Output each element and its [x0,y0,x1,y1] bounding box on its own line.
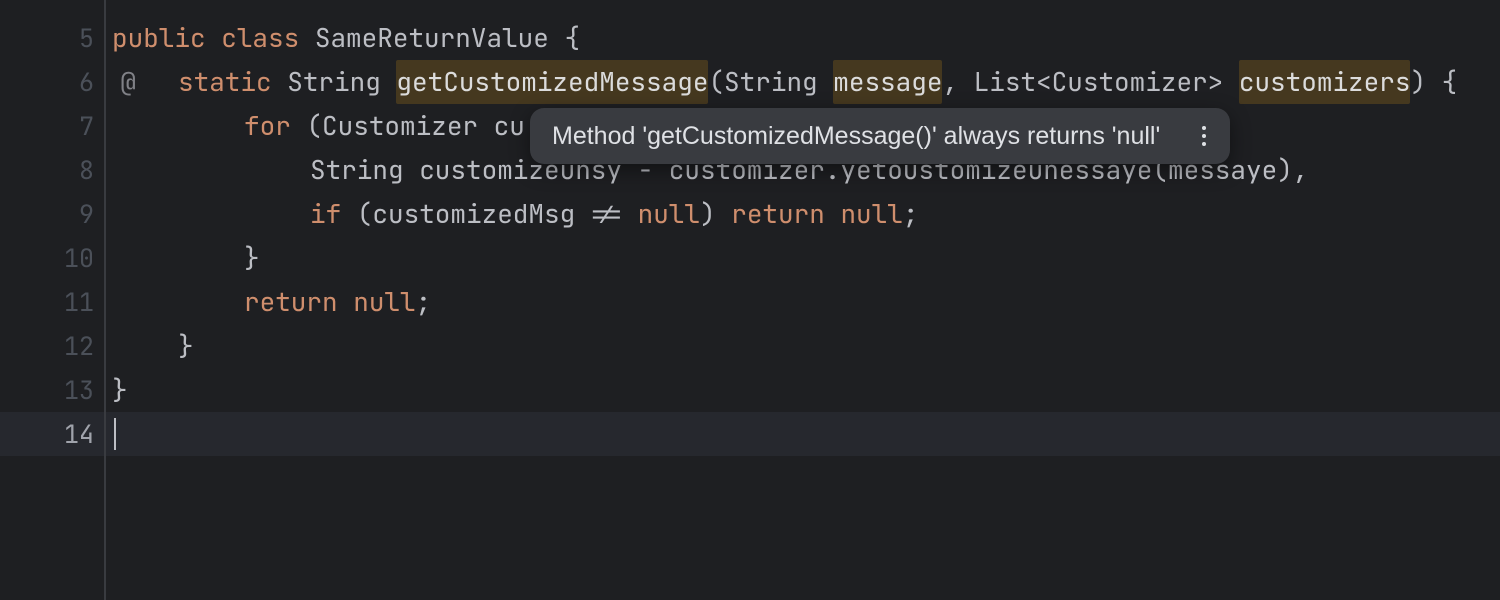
token: (customizedMsg != [341,192,637,236]
token: customizers [1239,60,1411,104]
token: (Customizer cu [291,104,525,148]
token: null [353,280,415,324]
code-line[interactable]: static String getCustomizedMessage(Strin… [112,60,1500,104]
line-number: 9 [79,192,94,236]
gutter-row: 10 [0,236,104,280]
line-number: 6 [79,60,94,104]
token: , List<Customizer> [942,60,1238,104]
token: message [833,60,942,104]
token [206,16,222,60]
token: return [244,280,338,324]
code-line[interactable]: } [112,368,1500,412]
code-line[interactable]: public class SameReturnValue { [112,16,1500,60]
code-line[interactable]: return null; [112,280,1500,324]
token [825,192,841,236]
line-number: 5 [79,16,94,60]
token: return [731,192,825,236]
code-line[interactable] [106,412,1500,456]
token [338,280,354,324]
token: } [112,368,128,412]
line-number: 13 [64,368,94,412]
token [272,60,288,104]
line-number: 7 [79,104,94,148]
gutter-row: 6@ [0,60,104,104]
code-line[interactable]: } [112,236,1500,280]
token: SameReturnValue [315,16,549,60]
token: ) [700,192,731,236]
token: String [287,60,396,104]
code-line[interactable]: if (customizedMsg != null) return null; [112,192,1500,236]
gutter-row: 14 [0,412,104,456]
token: ) { [1410,60,1457,104]
token: public [112,16,206,60]
gutter-row: 8 [0,148,104,192]
token: null [638,192,700,236]
gutter-row: 11 [0,280,104,324]
gutter-row: 7 [0,104,104,148]
token [299,16,315,60]
caret [114,418,116,450]
token: } [244,236,260,280]
gutter-row: 9 [0,192,104,236]
gutter-row: 5 [0,16,104,60]
token: ; [903,192,919,236]
token: null [840,192,902,236]
token: ; [416,280,432,324]
gutter: 56@7891011121314 [0,0,106,600]
token: getCustomizedMessage [396,60,708,104]
code-editor[interactable]: 56@7891011121314 public class SameReturn… [0,0,1500,600]
token: if [310,192,341,236]
code-area[interactable]: public class SameReturnValue {static Str… [106,0,1500,600]
gutter-row: 13 [0,368,104,412]
token: { [549,16,580,60]
token: for [244,104,291,148]
gutter-row: 12 [0,324,104,368]
token: class [221,16,299,60]
token: } [178,324,194,368]
tooltip-text: Method 'getCustomizedMessage()' always r… [552,121,1160,151]
more-actions-icon[interactable] [1200,118,1208,154]
token: (String [708,60,833,104]
code-line[interactable]: } [112,324,1500,368]
line-number: 12 [64,324,94,368]
line-number: 8 [79,148,94,192]
line-number: 10 [64,236,94,280]
inspection-tooltip[interactable]: Method 'getCustomizedMessage()' always r… [530,108,1230,164]
line-number: 11 [64,280,94,324]
token: static [178,60,272,104]
line-number: 14 [64,412,94,456]
